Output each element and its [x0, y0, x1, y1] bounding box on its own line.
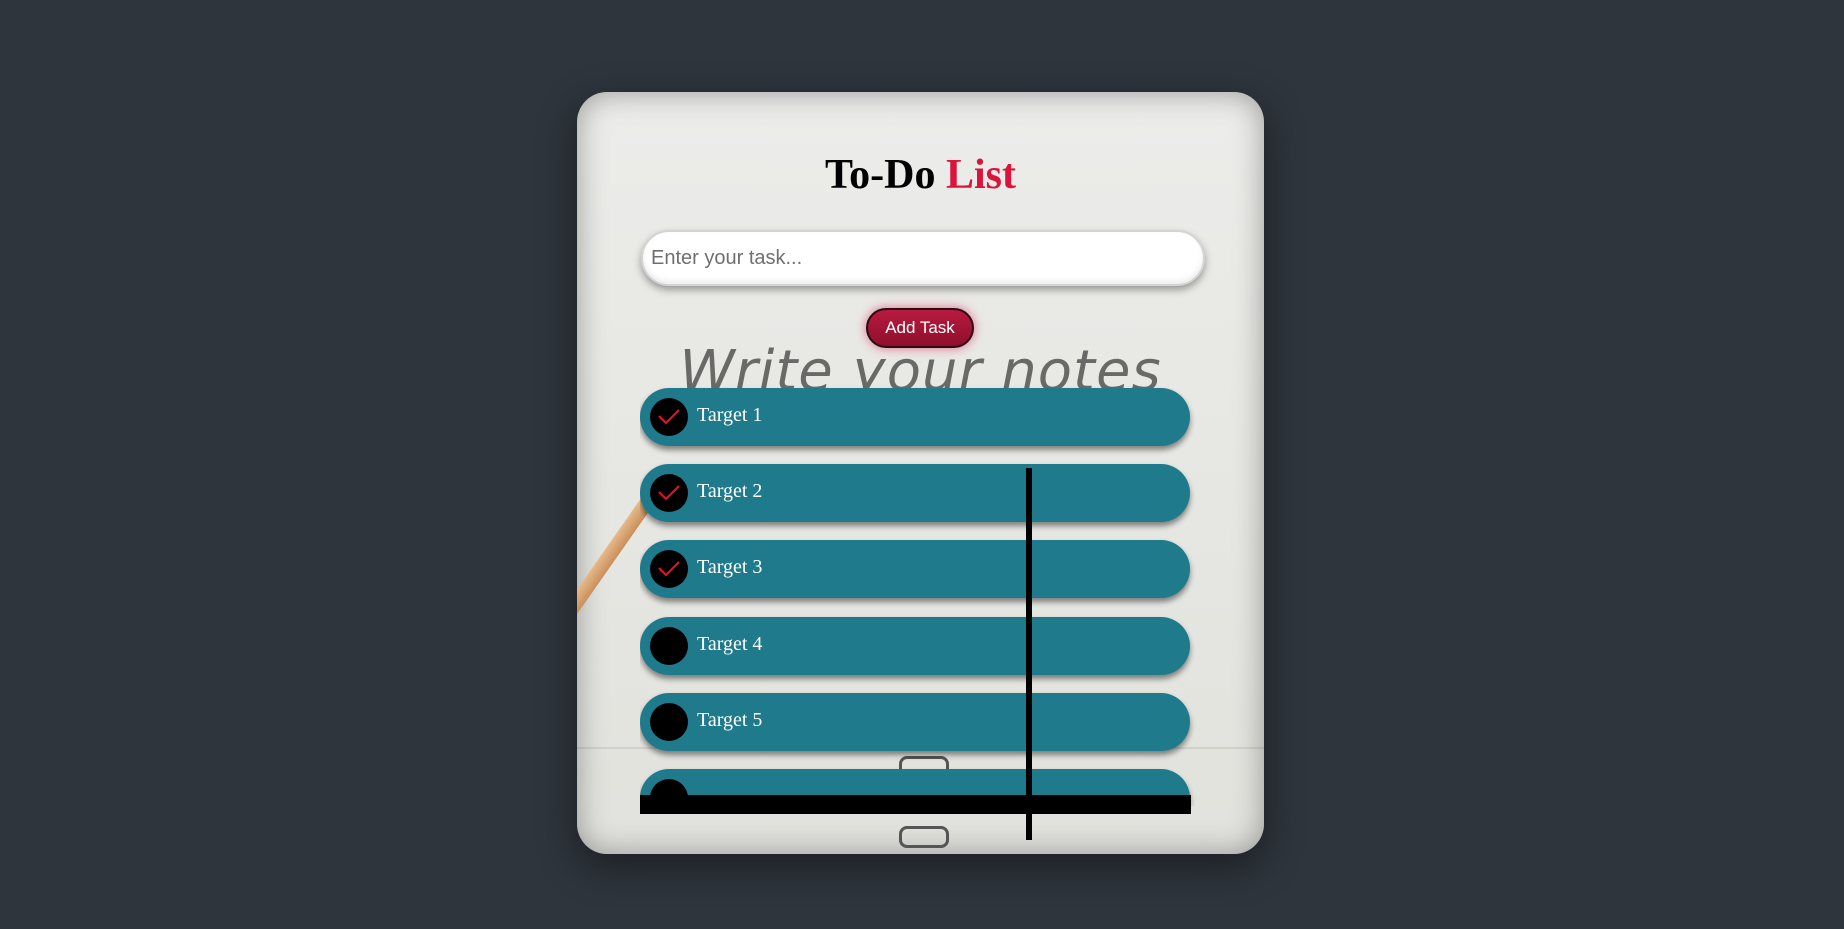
task-check-toggle[interactable] [650, 703, 688, 741]
check-icon [658, 485, 680, 501]
task-check-toggle[interactable] [650, 474, 688, 512]
task-label: Target 4 [697, 633, 763, 655]
task-check-toggle[interactable] [650, 398, 688, 436]
task-item[interactable]: Target 4 [640, 617, 1190, 675]
task-check-toggle[interactable] [650, 627, 688, 665]
task-item[interactable]: Target 3 [640, 540, 1190, 598]
task-label: Target 3 [697, 556, 763, 578]
horizontal-scrollbar[interactable] [640, 795, 1191, 814]
binding-ring [899, 826, 949, 848]
task-label: Target 1 [697, 404, 763, 426]
title-accent: List [945, 152, 1016, 198]
task-label: Target 2 [697, 480, 763, 502]
task-list[interactable]: Target 1 Target 2 Target 3 Target 4 Targ… [640, 376, 1208, 806]
task-item[interactable]: Target 1 [640, 388, 1190, 446]
task-item[interactable]: Target 2 [640, 464, 1190, 522]
add-task-button[interactable]: Add Task [866, 308, 974, 348]
task-check-toggle[interactable] [650, 550, 688, 588]
page-title: To-Do List [577, 154, 1264, 196]
todo-card: Write your notes To-Do List Add Task Tar… [577, 92, 1264, 854]
task-input[interactable] [641, 230, 1205, 286]
title-main: To-Do [825, 152, 936, 198]
vertical-scrollbar[interactable] [1026, 468, 1032, 840]
task-item[interactable]: Target 5 [640, 693, 1190, 751]
check-icon [658, 409, 680, 425]
check-icon [658, 561, 680, 577]
task-label: Target 5 [697, 709, 763, 731]
